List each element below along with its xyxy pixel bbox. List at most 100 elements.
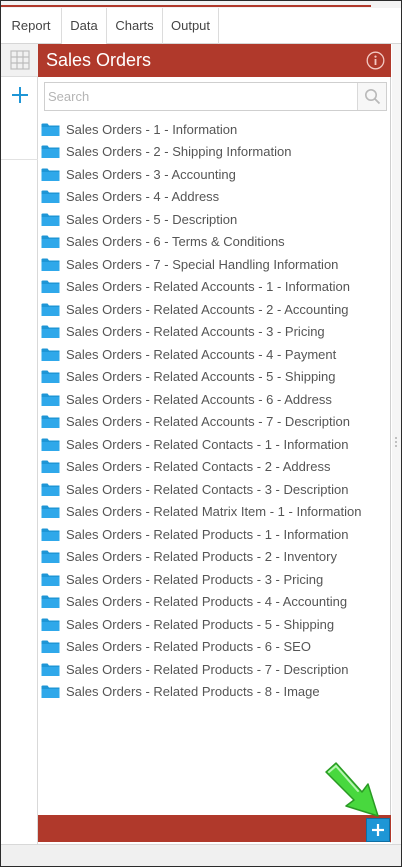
list-item[interactable]: Sales Orders - Related Accounts - 7 - De… [38, 411, 391, 434]
folder-icon [41, 370, 60, 384]
search-button[interactable] [357, 83, 386, 110]
folder-icon [41, 663, 60, 676]
list-item[interactable]: Sales Orders - 6 - Terms & Conditions [38, 231, 391, 254]
folder-icon [41, 438, 60, 451]
tab-charts[interactable]: Charts [107, 8, 163, 44]
list-item-label: Sales Orders - 5 - Description [66, 211, 238, 227]
list-item[interactable]: Sales Orders - 5 - Description [38, 208, 391, 231]
left-toolbar [1, 44, 38, 844]
list-item-label: Sales Orders - Related Accounts - 6 - Ad… [66, 391, 332, 407]
folder-icon [41, 415, 60, 429]
list-item-label: Sales Orders - Related Products - 8 - Im… [66, 684, 320, 700]
folder-icon [41, 325, 60, 339]
folder-icon [41, 573, 60, 586]
splitter-handle-icon[interactable] [394, 436, 398, 448]
list-item[interactable]: Sales Orders - Related Products - 7 - De… [38, 658, 391, 681]
list-item-label: Sales Orders - Related Products - 3 - Pr… [66, 571, 324, 587]
panel-header: Sales Orders [38, 44, 391, 77]
list-item-label: Sales Orders - Related Contacts - 2 - Ad… [66, 459, 331, 475]
list-item-label: Sales Orders - Related Products - 4 - Ac… [66, 594, 348, 610]
folder-icon [41, 483, 60, 496]
data-source-list: Sales Orders - 1 - Information Sales Orde… [38, 118, 391, 703]
list-item[interactable]: Sales Orders - 7 - Special Handling Info… [38, 253, 391, 276]
add-button[interactable] [1, 80, 38, 160]
panel-title: Sales Orders [46, 50, 152, 70]
search-box [44, 82, 387, 111]
search-input[interactable] [45, 83, 358, 110]
list-item[interactable]: Sales Orders - Related Accounts - 6 - Ad… [38, 388, 391, 411]
folder-icon [41, 640, 60, 654]
list-item[interactable]: Sales Orders - Related Products - 6 - SE… [38, 636, 391, 659]
list-item[interactable]: Sales Orders - Related Contacts - 3 - De… [38, 478, 391, 501]
list-item-label: Sales Orders - Related Accounts - 2 - Ac… [66, 301, 349, 317]
folder-icon [41, 168, 60, 181]
arrow-pointer-icon [325, 762, 379, 817]
list-item-label: Sales Orders - Related Products - 5 - Sh… [66, 616, 335, 632]
list-item[interactable]: Sales Orders - 1 - Information [38, 118, 391, 141]
list-item[interactable]: Sales Orders - 2 - Shipping Information [38, 141, 391, 164]
list-item[interactable]: Sales Orders - Related Accounts - 4 - Pa… [38, 343, 391, 366]
list-item[interactable]: Sales Orders - Related Products - 2 - In… [38, 546, 391, 569]
folder-icon [41, 528, 60, 541]
folder-icon [41, 550, 60, 564]
list-item-label: Sales Orders - Related Matrix Item - 1 -… [66, 504, 362, 520]
list-item-label: Sales Orders - Related Accounts - 7 - De… [66, 414, 350, 430]
folder-icon [41, 348, 60, 361]
folder-icon [41, 595, 60, 609]
list-item-label: Sales Orders - 4 - Address [66, 189, 220, 205]
folder-icon [41, 393, 60, 406]
folder-icon [41, 685, 60, 699]
list-item-label: Sales Orders - 7 - Special Handling Info… [66, 256, 339, 272]
list-item-label: Sales Orders - 3 - Accounting [66, 166, 236, 182]
list-item[interactable]: Sales Orders - Related Accounts - 3 - Pr… [38, 321, 391, 344]
list-item[interactable]: Sales Orders - Related Products - 4 - Ac… [38, 591, 391, 614]
grid-view-button[interactable] [1, 44, 38, 77]
list-item[interactable]: Sales Orders - Related Products - 3 - Pr… [38, 568, 391, 591]
list-item-label: Sales Orders - Related Accounts - 1 - In… [66, 279, 350, 295]
tab-bar: Report Data Charts Output [1, 8, 401, 44]
folder-icon [41, 190, 60, 204]
list-item[interactable]: Sales Orders - Related Products - 1 - In… [38, 523, 391, 546]
tab-output[interactable]: Output [163, 8, 219, 44]
plus-icon [11, 87, 28, 103]
folder-icon [41, 123, 60, 136]
folder-icon [41, 213, 60, 226]
list-item[interactable]: Sales Orders - Related Products - 5 - Sh… [38, 613, 391, 636]
folder-icon [41, 258, 60, 271]
list-item[interactable]: Sales Orders - Related Contacts - 2 - Ad… [38, 456, 391, 479]
folder-icon [41, 235, 60, 249]
list-item[interactable]: Sales Orders - Related Contacts - 1 - In… [38, 433, 391, 456]
list-item-label: Sales Orders - Related Products - 6 - SE… [66, 639, 311, 655]
list-item[interactable]: Sales Orders - 4 - Address [38, 186, 391, 209]
list-item[interactable]: Sales Orders - 3 - Accounting [38, 163, 391, 186]
folder-icon [41, 303, 60, 316]
info-icon[interactable] [366, 51, 385, 70]
folder-icon [41, 505, 60, 519]
grid-icon [9, 50, 30, 70]
tab-report[interactable]: Report [1, 8, 62, 44]
list-item[interactable]: Sales Orders - Related Accounts - 2 - Ac… [38, 298, 391, 321]
list-item-label: Sales Orders - Related Contacts - 3 - De… [66, 481, 349, 497]
data-sources-panel: Sales Orders Sales Orders - 1 - Informat… [38, 44, 391, 843]
list-item-label: Sales Orders - Related Accounts - 4 - Pa… [66, 346, 337, 362]
top-accent-line [1, 5, 371, 7]
plus-icon [372, 824, 384, 836]
list-item[interactable]: Sales Orders - Related Products - 8 - Im… [38, 681, 391, 704]
list-item-label: Sales Orders - Related Products - 7 - De… [66, 661, 349, 677]
list-item-label: Sales Orders - Related Contacts - 1 - In… [66, 436, 349, 452]
search-icon [364, 89, 380, 105]
list-item-label: Sales Orders - Related Products - 1 - In… [66, 526, 349, 542]
tab-data[interactable]: Data [62, 8, 107, 44]
list-item[interactable]: Sales Orders - Related Accounts - 5 - Sh… [38, 366, 391, 389]
folder-icon [41, 460, 60, 474]
list-item[interactable]: Sales Orders - Related Accounts - 1 - In… [38, 276, 391, 299]
list-item[interactable]: Sales Orders - Related Matrix Item - 1 -… [38, 501, 391, 524]
list-item-label: Sales Orders - 1 - Information [66, 121, 238, 137]
list-item-label: Sales Orders - 2 - Shipping Information [66, 144, 292, 160]
bottom-status-strip [1, 844, 401, 866]
list-item-label: Sales Orders - Related Accounts - 3 - Pr… [66, 324, 325, 340]
folder-icon [41, 145, 60, 159]
list-item-label: Sales Orders - Related Products - 2 - In… [66, 549, 337, 565]
list-item-label: Sales Orders - 6 - Terms & Conditions [66, 234, 285, 250]
list-item-label: Sales Orders - Related Accounts - 5 - Sh… [66, 369, 336, 385]
